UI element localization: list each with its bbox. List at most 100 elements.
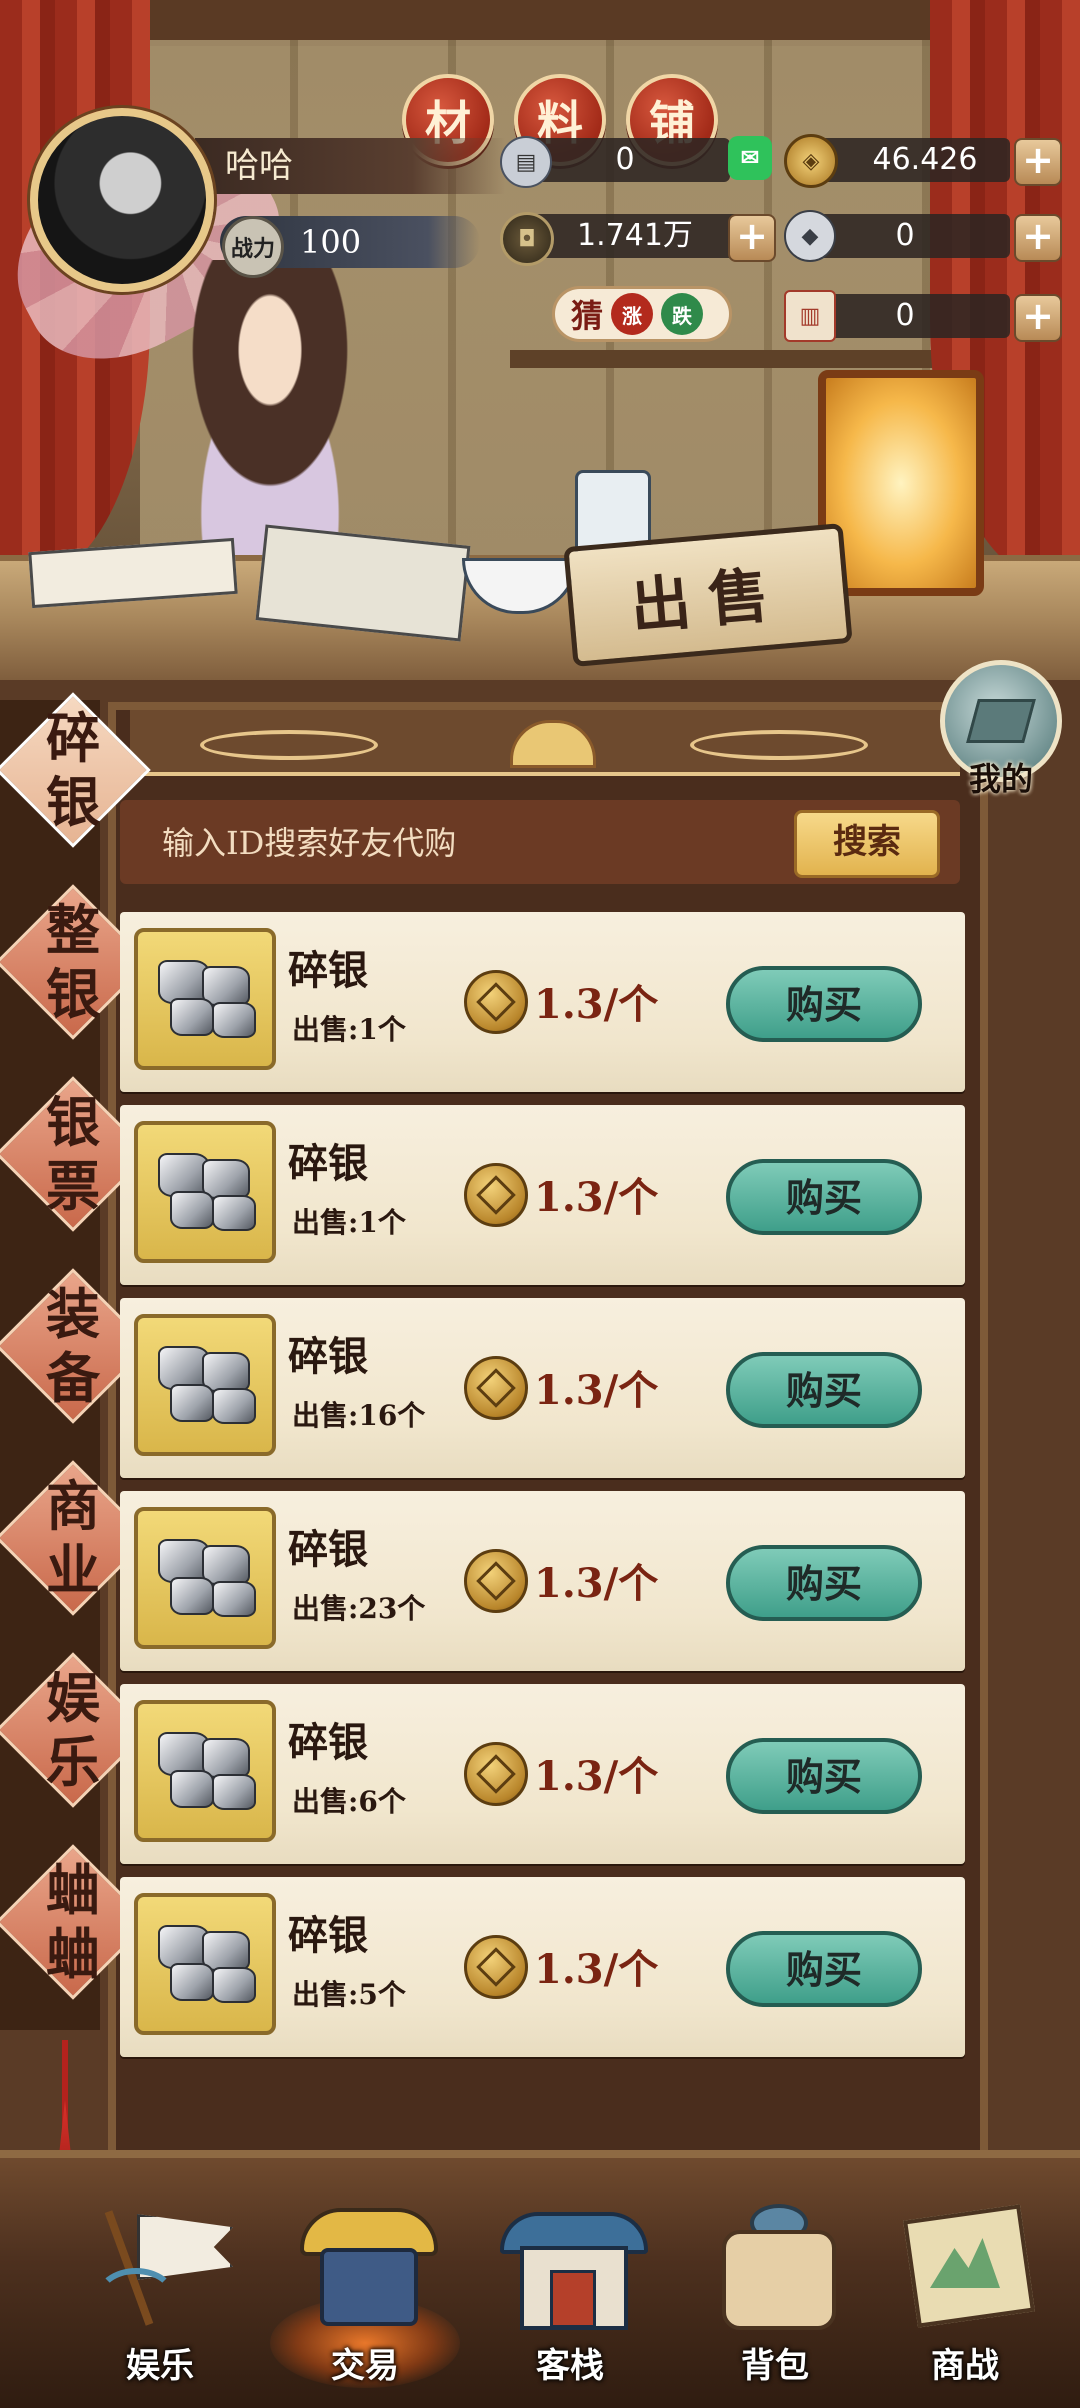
nav-label: 客栈: [536, 2346, 604, 2386]
tab-whole-silver[interactable]: 整银: [0, 884, 151, 1040]
item-quantity: 出售:1个: [292, 1013, 406, 1046]
trade-hat-icon: [290, 2198, 440, 2328]
item-quantity: 出售:6个: [292, 1785, 406, 1818]
nav-trade[interactable]: 交易: [270, 2198, 460, 2398]
panel-header-ornament: [130, 710, 960, 776]
broken-silver-icon: [134, 928, 276, 1070]
player-avatar[interactable]: [30, 108, 214, 292]
copper-value: 1.741万: [520, 214, 750, 258]
item-quantity: 出售:16个: [292, 1399, 426, 1432]
scroll-map-icon: [890, 2198, 1040, 2328]
broken-silver-icon: [134, 1507, 276, 1649]
buy-button[interactable]: 购买: [726, 1738, 922, 1814]
list-item: 碎银 出售:1个 1.3/个 购买: [120, 912, 965, 1092]
friend-id-input[interactable]: [160, 800, 724, 886]
broken-silver-icon: [134, 1700, 276, 1842]
item-name: 碎银: [288, 1719, 368, 1766]
broken-silver-icon: [134, 1121, 276, 1263]
bag-icon: [700, 2198, 850, 2330]
listing-list: 碎银 出售:1个 1.3/个 购买 碎银 出售:1个 1.3/个 购买 碎银 出…: [120, 912, 965, 2070]
gold-coin-icon: [464, 1163, 528, 1227]
list-item: 碎银 出售:5个 1.3/个 购买: [120, 1877, 965, 2057]
tab-equipment[interactable]: 装备: [0, 1268, 151, 1424]
gold-coin-icon: [464, 1935, 528, 1999]
sell-sign-button[interactable]: 出售: [563, 523, 853, 667]
item-quantity: 出售:5个: [292, 1978, 406, 2011]
nav-entertainment[interactable]: 娱乐: [75, 2198, 245, 2398]
item-quantity: 出售:1个: [292, 1206, 406, 1239]
item-price: 1.3/个: [534, 1560, 659, 1607]
friend-search-bar: 搜索: [120, 800, 960, 886]
buy-button[interactable]: 购买: [726, 1352, 922, 1428]
guess-trend-button[interactable]: 猜 涨 跌: [552, 286, 732, 342]
item-price: 1.3/个: [534, 1946, 659, 1993]
broken-silver-icon: [134, 1893, 276, 2035]
nav-bag[interactable]: 背包: [690, 2198, 860, 2398]
tab-label: 银票: [46, 1090, 100, 1218]
power-icon: 战力: [222, 216, 284, 278]
nav-business-war[interactable]: 商战: [880, 2198, 1050, 2398]
swirl-ornament-right: [690, 730, 868, 760]
nav-label: 背包: [741, 2346, 809, 2386]
my-listings-button[interactable]: 我的: [940, 660, 1062, 798]
gold-coin-icon: [464, 1742, 528, 1806]
player-name: 哈哈: [195, 138, 505, 194]
copper-coin-icon: ◘: [500, 212, 554, 266]
search-button[interactable]: 搜索: [794, 810, 940, 878]
shopkeeper-character: [150, 260, 390, 560]
fan-ornament-icon: [510, 720, 596, 768]
tab-label: 整银: [46, 898, 100, 1026]
broken-silver-icon: [134, 1314, 276, 1456]
tab-label: 商业: [46, 1474, 100, 1602]
bottom-nav: 娱乐 交易 客栈 背包 商战: [0, 2150, 1080, 2408]
buy-button[interactable]: 购买: [726, 1159, 922, 1235]
add-silver-chunks-button[interactable]: +: [1014, 214, 1062, 262]
nav-inn[interactable]: 客栈: [485, 2198, 655, 2398]
tab-label: 碎银: [46, 706, 100, 834]
tab-crickets[interactable]: 蛐蛐: [0, 1844, 151, 2000]
item-name: 碎银: [288, 1140, 368, 1187]
tab-label: 蛐蛐: [46, 1858, 100, 1986]
item-name: 碎银: [288, 947, 368, 994]
item-quantity: 出售:23个: [292, 1592, 426, 1625]
buy-button[interactable]: 购买: [726, 966, 922, 1042]
guess-label: 猜: [571, 297, 604, 335]
add-copper-button[interactable]: +: [728, 214, 776, 262]
item-price: 1.3/个: [534, 1753, 659, 1800]
buy-button[interactable]: 购买: [726, 1931, 922, 2007]
silver-chunk-icon: ◆: [784, 210, 836, 262]
swirl-ornament-left: [200, 730, 378, 760]
tab-label: 装备: [46, 1282, 100, 1410]
gold-coin-icon: [464, 1549, 528, 1613]
tab-business[interactable]: 商业: [0, 1460, 151, 1616]
rise-icon: 涨: [611, 293, 654, 335]
gold-coin-icon: [464, 1356, 528, 1420]
nav-label: 娱乐: [126, 2346, 194, 2386]
item-price: 1.3/个: [534, 1367, 659, 1414]
tab-label: 娱乐: [46, 1666, 100, 1794]
list-item: 碎银 出售:23个 1.3/个 购买: [120, 1491, 965, 1671]
nav-label: 交易: [331, 2346, 399, 2386]
list-item: 碎银 出售:16个 1.3/个 购买: [120, 1298, 965, 1478]
item-price: 1.3/个: [534, 981, 659, 1028]
list-item: 碎银 出售:6个 1.3/个 购买: [120, 1684, 965, 1864]
inn-gate-icon: [495, 2198, 648, 2330]
gold-coin-icon: [464, 970, 528, 1034]
nav-label: 商战: [931, 2346, 999, 2386]
gold-coin-icon: ◈: [784, 134, 838, 188]
add-gold-button[interactable]: +: [1014, 138, 1062, 186]
silver-bill-icon: ▤: [500, 136, 552, 188]
tab-entertainment[interactable]: 娱乐: [0, 1652, 151, 1808]
add-tickets-button[interactable]: +: [1014, 294, 1062, 342]
list-item: 碎银 出售:1个 1.3/个 购买: [120, 1105, 965, 1285]
wechat-icon[interactable]: ✉: [728, 136, 772, 180]
item-name: 碎银: [288, 1526, 368, 1573]
ticket-icon: ▥: [784, 290, 836, 342]
tab-broken-silver[interactable]: 碎银: [0, 692, 151, 848]
buy-button[interactable]: 购买: [726, 1545, 922, 1621]
fall-icon: 跌: [661, 293, 704, 335]
wall-shelf: [510, 350, 980, 368]
flag-icon: [85, 2198, 235, 2328]
item-name: 碎银: [288, 1912, 368, 1959]
tab-silver-notes[interactable]: 银票: [0, 1076, 151, 1232]
